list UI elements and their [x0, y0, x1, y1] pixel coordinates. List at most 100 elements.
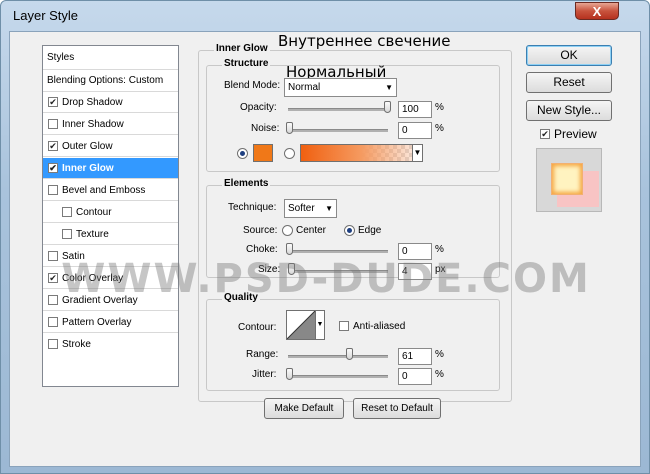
- style-label: Color Overlay: [62, 273, 124, 284]
- ok-label: OK: [560, 48, 578, 62]
- checkbox-color-overlay[interactable]: ✔: [48, 273, 58, 283]
- style-item-contour[interactable]: Contour: [43, 202, 178, 223]
- style-item-pattern-overlay[interactable]: Pattern Overlay: [43, 312, 178, 333]
- style-item-texture[interactable]: Texture: [43, 224, 178, 245]
- opacity-input[interactable]: 100: [398, 101, 432, 118]
- choke-slider-track[interactable]: [288, 250, 388, 253]
- checkbox-contour[interactable]: [62, 207, 72, 217]
- blend-mode-value: Normal: [288, 82, 321, 93]
- choke-input[interactable]: 0: [398, 243, 432, 260]
- gradient-dropdown-chevron-icon[interactable]: ▼: [412, 144, 423, 162]
- style-item-satin[interactable]: Satin: [43, 246, 178, 267]
- noise-input[interactable]: 0: [398, 122, 432, 139]
- jitter-label: Jitter:: [252, 369, 277, 380]
- range-slider-track[interactable]: [288, 355, 388, 358]
- technique-select[interactable]: Softer ▼: [284, 199, 337, 218]
- quality-label: Quality: [222, 292, 260, 303]
- style-label: Contour: [76, 207, 112, 218]
- checkbox-pattern-overlay[interactable]: [48, 317, 58, 327]
- new-style-button[interactable]: New Style...: [526, 100, 612, 121]
- checkbox-outer-glow[interactable]: ✔: [48, 141, 58, 151]
- style-item-inner-glow[interactable]: ✔ Inner Glow: [43, 158, 178, 179]
- ok-button[interactable]: OK: [526, 45, 612, 66]
- style-item-gradient-overlay[interactable]: Gradient Overlay: [43, 290, 178, 311]
- style-item-color-overlay[interactable]: ✔ Color Overlay: [43, 268, 178, 289]
- source-edge-radio[interactable]: [344, 225, 355, 236]
- style-label: Stroke: [62, 339, 91, 350]
- glow-color-swatch[interactable]: [253, 144, 273, 162]
- checkbox-texture[interactable]: [62, 229, 72, 239]
- blending-options-label: Blending Options: Custom: [47, 75, 164, 86]
- contour-chevron-down-icon[interactable]: ▼: [316, 310, 325, 340]
- style-label: Texture: [76, 229, 109, 240]
- noise-percent: %: [435, 123, 444, 134]
- blend-mode-select[interactable]: Normal ▼: [284, 78, 397, 97]
- checkbox-inner-shadow[interactable]: [48, 119, 58, 129]
- reset-label: Reset: [553, 75, 585, 89]
- chevron-down-icon: ▼: [385, 83, 393, 92]
- style-label: Pattern Overlay: [62, 317, 132, 328]
- style-item-outer-glow[interactable]: ✔ Outer Glow: [43, 136, 178, 157]
- range-label: Range:: [246, 349, 279, 360]
- blending-options-item[interactable]: Blending Options: Custom: [43, 70, 178, 92]
- opacity-slider-thumb[interactable]: [384, 101, 391, 113]
- style-label: Drop Shadow: [62, 97, 123, 108]
- anti-aliased-label: Anti-aliased: [353, 321, 406, 332]
- checkbox-gradient-overlay[interactable]: [48, 295, 58, 305]
- reset-button[interactable]: Reset: [526, 72, 612, 93]
- source-label: Source:: [243, 225, 278, 236]
- choke-percent: %: [435, 244, 444, 255]
- contour-preview[interactable]: [286, 310, 316, 340]
- style-label: Gradient Overlay: [62, 295, 138, 306]
- preview-swatch: [551, 163, 583, 195]
- range-input[interactable]: 61: [398, 348, 432, 365]
- checkbox-satin[interactable]: [48, 251, 58, 261]
- style-label: Satin: [62, 251, 85, 262]
- title-bar[interactable]: Layer Style X: [1, 1, 649, 31]
- solid-color-radio[interactable]: [237, 148, 248, 159]
- opacity-value: 100: [402, 104, 419, 115]
- reset-to-default-button[interactable]: Reset to Default: [353, 398, 441, 419]
- style-item-bevel-emboss[interactable]: Bevel and Emboss: [43, 180, 178, 201]
- opacity-slider-track[interactable]: [288, 108, 388, 111]
- size-input[interactable]: 4: [398, 263, 432, 280]
- jitter-slider-track[interactable]: [288, 375, 388, 378]
- checkbox-bevel-emboss[interactable]: [48, 185, 58, 195]
- reset-to-default-label: Reset to Default: [361, 403, 433, 414]
- noise-slider-thumb[interactable]: [286, 122, 293, 134]
- size-slider-track[interactable]: [288, 270, 388, 273]
- preview-thumbnail: [536, 148, 602, 212]
- jitter-slider-thumb[interactable]: [286, 368, 293, 380]
- choke-slider-thumb[interactable]: [286, 243, 293, 255]
- preview-checkbox[interactable]: ✔: [540, 129, 550, 139]
- style-item-drop-shadow[interactable]: ✔ Drop Shadow: [43, 92, 178, 113]
- style-label: Inner Glow: [62, 163, 114, 174]
- close-button[interactable]: X: [575, 2, 619, 20]
- structure-label: Structure: [222, 58, 271, 69]
- style-label: Outer Glow: [62, 141, 113, 152]
- choke-label: Choke:: [246, 244, 278, 255]
- checkbox-inner-glow[interactable]: ✔: [48, 163, 58, 173]
- styles-header[interactable]: Styles: [43, 46, 178, 70]
- noise-slider-track[interactable]: [288, 129, 388, 132]
- jitter-input[interactable]: 0: [398, 368, 432, 385]
- range-percent: %: [435, 349, 444, 360]
- style-item-stroke[interactable]: Stroke: [43, 334, 178, 355]
- close-icon: X: [592, 4, 602, 19]
- style-item-inner-shadow[interactable]: Inner Shadow: [43, 114, 178, 135]
- dialog-client: Styles Blending Options: Custom ✔ Drop Sh…: [9, 31, 641, 467]
- styles-list: Styles Blending Options: Custom ✔ Drop Sh…: [42, 45, 179, 387]
- noise-label: Noise:: [251, 123, 280, 134]
- checkbox-stroke[interactable]: [48, 339, 58, 349]
- new-style-label: New Style...: [536, 103, 602, 117]
- anti-aliased-checkbox[interactable]: [339, 321, 349, 331]
- gradient-swatch[interactable]: [300, 144, 422, 162]
- range-slider-thumb[interactable]: [346, 348, 353, 360]
- preview-label: Preview: [554, 127, 597, 141]
- source-center-radio[interactable]: [282, 225, 293, 236]
- checkbox-drop-shadow[interactable]: ✔: [48, 97, 58, 107]
- noise-value: 0: [402, 125, 408, 136]
- make-default-button[interactable]: Make Default: [264, 398, 344, 419]
- size-slider-thumb[interactable]: [288, 263, 295, 275]
- gradient-radio[interactable]: [284, 148, 295, 159]
